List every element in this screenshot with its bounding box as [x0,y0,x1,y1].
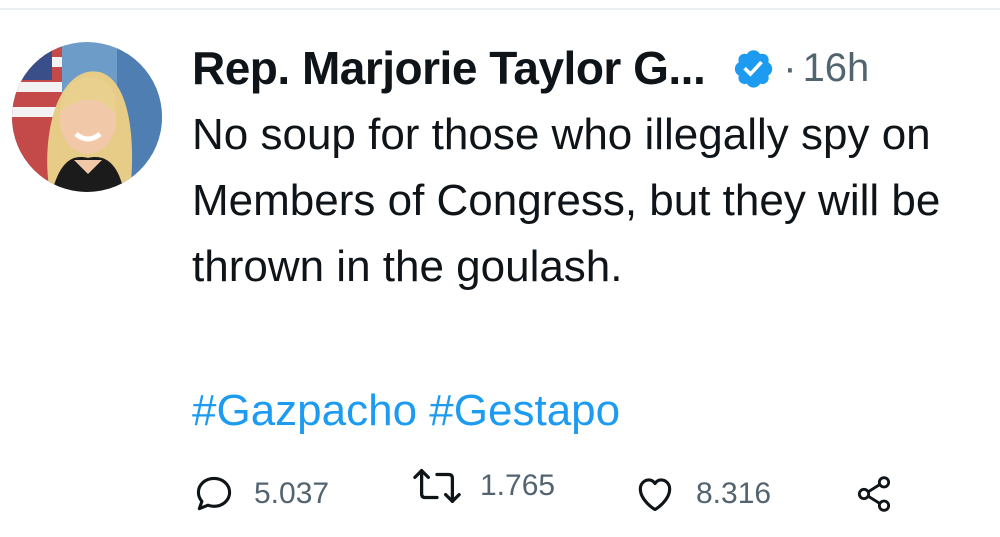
tweet-content: Rep. Marjorie Taylor G... · 16h No soup … [192,38,992,300]
separator-dot: · [783,45,797,90]
avatar[interactable] [12,42,162,192]
retweet-arrows-icon [413,468,461,504]
action-bar: 5.037 1.765 8.316 [192,462,912,522]
like-count: 8.316 [696,477,772,510]
tweet[interactable]: Rep. Marjorie Taylor G... · 16h No soup … [0,0,1000,537]
timestamp[interactable]: 16h [803,46,870,91]
author-name[interactable]: Rep. Marjorie Taylor G... [192,41,706,95]
tweet-text: No soup for those who illegally spy on M… [192,110,941,291]
retweet-button[interactable]: 1.765 [412,456,555,516]
speech-bubble-icon [196,476,232,511]
like-button[interactable]: 8.316 [632,464,771,524]
heart-icon [638,478,672,512]
avatar-image [12,42,162,192]
reply-button[interactable]: 5.037 [192,464,329,524]
reply-count: 5.037 [254,477,330,510]
verified-badge-icon [731,46,775,90]
tweet-header: Rep. Marjorie Taylor G... · 16h [192,38,992,98]
hashtag-gazpacho[interactable]: #Gazpacho [192,386,417,435]
hashtag-gestapo[interactable]: #Gestapo [429,386,620,435]
share-button[interactable] [854,464,894,524]
hashtags: #Gazpacho #Gestapo [192,386,620,436]
share-nodes-icon [857,476,891,512]
retweet-count: 1.765 [480,469,556,502]
